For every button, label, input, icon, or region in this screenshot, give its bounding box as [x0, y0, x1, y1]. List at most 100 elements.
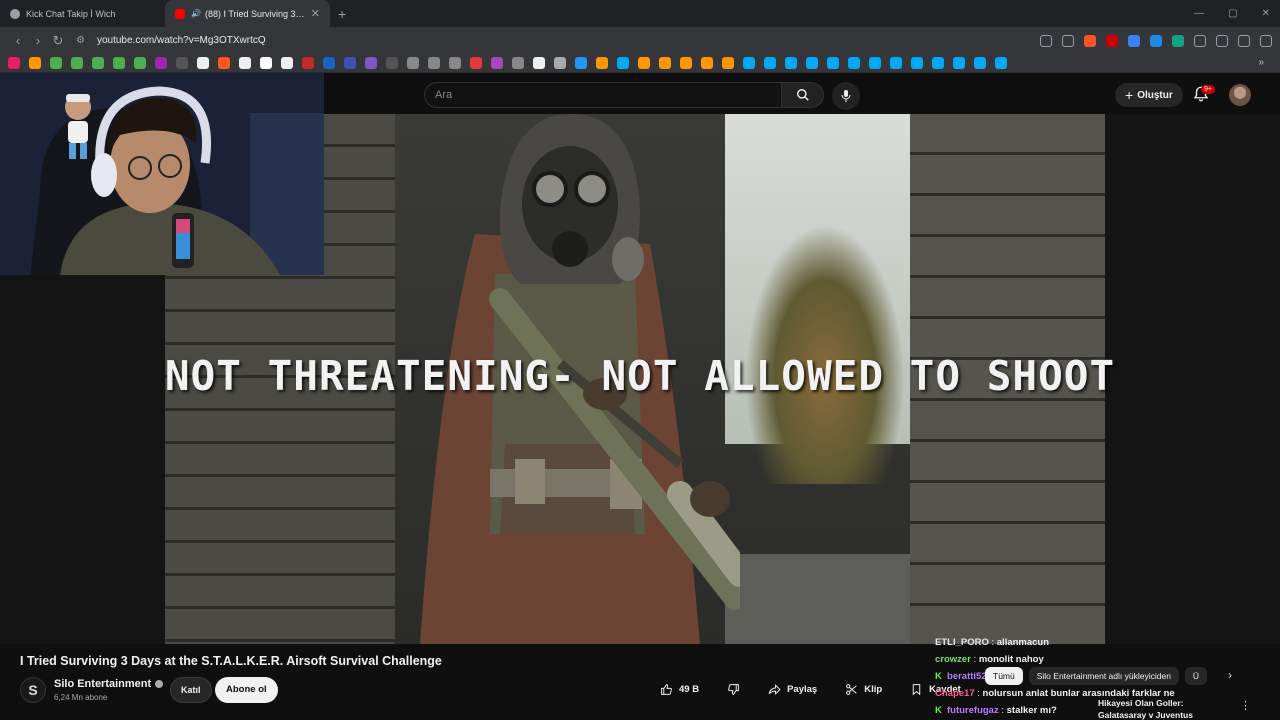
bookmark-favicon-icon[interactable]	[176, 57, 188, 69]
chat-username[interactable]: ETLI_PORO	[935, 637, 989, 648]
bookmark-favicon-icon[interactable]	[764, 57, 776, 69]
voice-search-button[interactable]	[832, 82, 860, 110]
user-avatar[interactable]	[1229, 84, 1251, 106]
bookmark-favicon-icon[interactable]	[659, 57, 671, 69]
bookmark-favicon-icon[interactable]	[932, 57, 944, 69]
bookmark-favicon-icon[interactable]	[785, 57, 797, 69]
filter-chip[interactable]: Ü	[1184, 667, 1208, 685]
site-info-icon[interactable]: ⚙	[76, 35, 85, 46]
browser-tab[interactable]: Kick Chat Takip İ Wich	[0, 0, 165, 27]
channel-name[interactable]: Silo Entertainment	[54, 678, 164, 690]
bookmark-favicon-icon[interactable]	[218, 57, 230, 69]
bookmark-favicon-icon[interactable]	[113, 57, 125, 69]
new-tab-icon[interactable]: +	[338, 6, 346, 22]
join-button[interactable]: Katıl	[170, 677, 212, 703]
chat-username[interactable]: futurefugaz	[947, 705, 999, 716]
subscribe-button[interactable]: Abone ol	[215, 677, 278, 703]
back-icon[interactable]: ‹	[8, 33, 28, 48]
share-icon[interactable]	[1062, 34, 1074, 47]
bookmark-favicon-icon[interactable]	[365, 57, 377, 69]
chat-separator: :	[998, 705, 1007, 716]
bookmarks-overflow-icon[interactable]: »	[1258, 57, 1264, 68]
url-field[interactable]: youtube.com/watch?v=Mg3OTXwrtcQ	[97, 35, 266, 46]
mascot-sticker	[65, 94, 91, 159]
browser-tab-active[interactable]: 🔊 (88) I Tried Surviving 3 Days a ✕	[165, 0, 330, 27]
extension-icon[interactable]	[1106, 34, 1118, 47]
forward-icon[interactable]: ›	[28, 33, 48, 48]
maximize-icon[interactable]: ▢	[1228, 8, 1237, 19]
extension-icon[interactable]	[1172, 34, 1184, 47]
bookmark-favicon-icon[interactable]	[911, 57, 923, 69]
bookmark-favicon-icon[interactable]	[680, 57, 692, 69]
search-input[interactable]: Ara	[424, 82, 782, 108]
menu-icon[interactable]	[1260, 34, 1272, 47]
bookmark-favicon-icon[interactable]	[29, 57, 41, 69]
bookmark-favicon-icon[interactable]	[974, 57, 986, 69]
bookmark-favicon-icon[interactable]	[344, 57, 356, 69]
bookmark-favicon-icon[interactable]	[806, 57, 818, 69]
sidebar-icon[interactable]	[1216, 34, 1228, 47]
bookmark-favicon-icon[interactable]	[260, 57, 272, 69]
extension-icon[interactable]	[1150, 34, 1162, 47]
bookmark-favicon-icon[interactable]	[722, 57, 734, 69]
filter-chip[interactable]: Silo Entertainment adlı yükleyiciden	[1028, 667, 1179, 685]
like-button[interactable]: 49 B	[650, 677, 710, 701]
bookmark-favicon-icon[interactable]	[92, 57, 104, 69]
bookmark-favicon-icon[interactable]	[302, 57, 314, 69]
puzzle-icon[interactable]	[1194, 34, 1206, 47]
bookmark-favicon-icon[interactable]	[617, 57, 629, 69]
bookmark-favicon-icon[interactable]	[386, 57, 398, 69]
bookmark-favicon-icon[interactable]	[638, 57, 650, 69]
bookmark-favicon-icon[interactable]	[134, 57, 146, 69]
bookmark-favicon-icon[interactable]	[449, 57, 461, 69]
bookmark-favicon-icon[interactable]	[596, 57, 608, 69]
bookmark-favicon-icon[interactable]	[155, 57, 167, 69]
bookmark-favicon-icon[interactable]	[890, 57, 902, 69]
bookmark-favicon-icon[interactable]	[407, 57, 419, 69]
bookmark-favicon-icon[interactable]	[512, 57, 524, 69]
dislike-button[interactable]	[717, 677, 751, 701]
bookmark-favicon-icon[interactable]	[8, 57, 20, 69]
extension-icon[interactable]	[1128, 34, 1140, 47]
chat-username[interactable]: crowzer	[935, 654, 971, 665]
chips-next-icon[interactable]: ›	[1228, 668, 1232, 682]
search-button[interactable]	[782, 82, 824, 108]
tab-close-icon[interactable]: ✕	[311, 7, 320, 20]
chat-message: ETLI_PORO : allanmacun	[935, 634, 1235, 651]
bookmark-favicon-icon[interactable]	[50, 57, 62, 69]
bookmark-favicon-icon[interactable]	[554, 57, 566, 69]
bookmark-favicon-icon[interactable]	[827, 57, 839, 69]
bookmark-favicon-icon[interactable]	[428, 57, 440, 69]
reload-icon[interactable]: ↻	[48, 33, 68, 49]
recommended-video-title[interactable]: Hikayesi Olan Goller: Galatasaray v Juve…	[1098, 697, 1238, 720]
bookmark-favicon-icon[interactable]	[533, 57, 545, 69]
chat-username[interactable]: Chape17	[935, 688, 975, 699]
bookmark-favicon-icon[interactable]	[470, 57, 482, 69]
bookmark-favicon-icon[interactable]	[995, 57, 1007, 69]
bookmark-favicon-icon[interactable]	[953, 57, 965, 69]
clip-button[interactable]: Klip	[835, 677, 893, 701]
brave-shield-icon[interactable]	[1084, 34, 1096, 47]
music-icon[interactable]	[1238, 34, 1250, 47]
filter-chip[interactable]: Tümü	[985, 667, 1023, 685]
share-button[interactable]: Paylaş	[758, 677, 828, 701]
bookmark-favicon-icon[interactable]	[869, 57, 881, 69]
chat-text: monolit nahoy	[978, 654, 1044, 665]
channel-avatar[interactable]: S	[20, 677, 46, 703]
bookmark-favicon-icon[interactable]	[575, 57, 587, 69]
bookmark-favicon-icon[interactable]	[239, 57, 251, 69]
minimize-icon[interactable]: —	[1194, 8, 1204, 19]
bookmark-favicon-icon[interactable]	[743, 57, 755, 69]
more-options-icon[interactable]: ⋮	[1240, 699, 1251, 712]
chat-username[interactable]: beratti52	[947, 671, 987, 682]
create-button[interactable]: + Oluştur	[1115, 83, 1183, 107]
bookmark-favicon-icon[interactable]	[71, 57, 83, 69]
bookmark-favicon-icon[interactable]	[197, 57, 209, 69]
bookmark-favicon-icon[interactable]	[281, 57, 293, 69]
bookmark-favicon-icon[interactable]	[848, 57, 860, 69]
close-window-icon[interactable]: ✕	[1262, 8, 1270, 19]
bookmark-favicon-icon[interactable]	[323, 57, 335, 69]
bookmark-favicon-icon[interactable]	[491, 57, 503, 69]
bookmark-favicon-icon[interactable]	[701, 57, 713, 69]
cast-icon[interactable]	[1040, 34, 1052, 47]
